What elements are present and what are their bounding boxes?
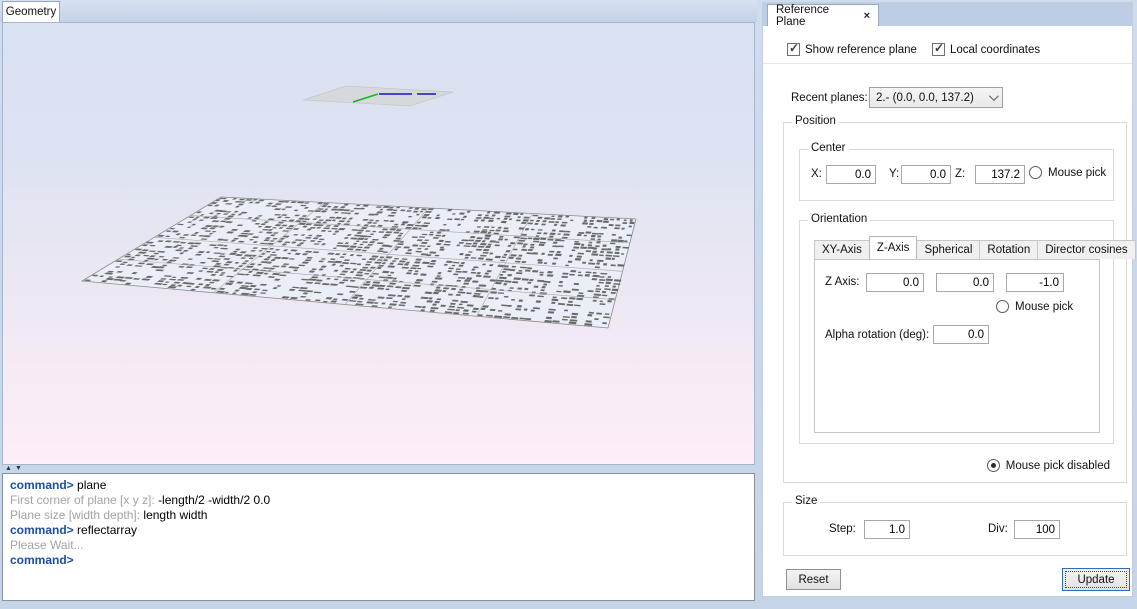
position-group-title: Position <box>792 115 839 127</box>
tab-reference-plane-label: Reference Plane <box>776 4 856 28</box>
local-coordinates-checkbox[interactable]: Local coordinates <box>932 43 1040 56</box>
command-console[interactable]: command> plane First corner of plane [x … <box>2 473 755 601</box>
local-coordinates-label: Local coordinates <box>950 44 1040 56</box>
y-field[interactable] <box>901 165 951 184</box>
mouse-pick-disabled-radio[interactable]: Mouse pick disabled <box>987 459 1110 472</box>
update-button-label: Update <box>1077 574 1114 586</box>
position-group: Position Center X: Y: Z: Mouse pick Orie… <box>783 122 1127 483</box>
tab-geometry[interactable]: Geometry <box>2 1 60 22</box>
orientation-group-title: Orientation <box>808 213 870 225</box>
splitter-up-icon[interactable]: ▲ <box>5 465 12 472</box>
show-reference-plane-checkbox[interactable]: Show reference plane <box>787 43 917 56</box>
orientation-tabstrip: XY-Axis Z-Axis Spherical Rotation Direct… <box>814 237 1136 259</box>
3d-viewport[interactable] <box>2 22 755 465</box>
console-line: Plane size [width depth]: length width <box>10 508 747 523</box>
recent-planes-label: Recent planes: <box>791 92 868 104</box>
tab-reference-plane[interactable]: Reference Plane × <box>767 4 879 26</box>
panel-tabstrip: Reference Plane × <box>763 3 1132 26</box>
z-axis-tab-panel: Z Axis: Mouse pick Alpha rotation (deg): <box>814 259 1100 433</box>
tab-rotation[interactable]: Rotation <box>979 240 1038 259</box>
z-axis-x-field[interactable] <box>866 273 924 292</box>
console-line: command> plane <box>10 478 747 493</box>
console-line: Please Wait... <box>10 538 747 553</box>
chevron-down-icon <box>989 91 999 101</box>
z-axis-mouse-pick-radio[interactable]: Mouse pick <box>996 300 1073 313</box>
tab-xy-axis[interactable]: XY-Axis <box>814 240 870 259</box>
console-line: First corner of plane [x y z]: -length/2… <box>10 493 747 508</box>
header-divider <box>763 63 1132 64</box>
z-field[interactable] <box>975 165 1025 184</box>
3d-scene <box>3 23 754 464</box>
orientation-group: Orientation XY-Axis Z-Axis Spherical Rot… <box>799 220 1114 444</box>
div-field[interactable] <box>1014 520 1060 539</box>
size-group: Size Step: Div: <box>783 502 1127 556</box>
console-splitter[interactable]: ▲ ▼ <box>2 464 755 473</box>
splitter-down-icon[interactable]: ▼ <box>15 465 22 472</box>
alpha-rotation-label: Alpha rotation (deg): <box>825 329 929 341</box>
y-label: Y: <box>889 168 899 180</box>
reset-button[interactable]: Reset <box>786 569 841 590</box>
reference-plane <box>303 86 453 106</box>
checkbox-checked-icon[interactable] <box>787 43 800 56</box>
recent-planes-dropdown[interactable]: 2.- (0.0, 0.0, 137.2) <box>869 87 1003 108</box>
x-label: X: <box>811 168 822 180</box>
step-label: Step: <box>829 523 856 535</box>
radio-selected-icon[interactable] <box>987 459 1000 472</box>
z-axis-mouse-pick-label: Mouse pick <box>1015 301 1073 313</box>
z-axis-y-field[interactable] <box>936 273 994 292</box>
center-mouse-pick-label: Mouse pick <box>1048 167 1106 179</box>
center-group: Center X: Y: Z: Mouse pick <box>799 149 1114 201</box>
tab-z-axis[interactable]: Z-Axis <box>869 236 918 259</box>
radio-unselected-icon[interactable] <box>1029 166 1042 179</box>
center-mouse-pick-radio[interactable]: Mouse pick <box>1029 166 1106 179</box>
step-field[interactable] <box>864 520 910 539</box>
recent-planes-value: 2.- (0.0, 0.0, 137.2) <box>876 92 974 104</box>
checkbox-checked-icon[interactable] <box>932 43 945 56</box>
reset-button-label: Reset <box>798 574 828 586</box>
div-label: Div: <box>988 523 1008 535</box>
tab-spherical[interactable]: Spherical <box>916 240 980 259</box>
left-tabstrip: Geometry <box>0 0 757 22</box>
checkbox-row: Show reference plane Local coordinates <box>763 43 1132 57</box>
console-line: command> reflectarray <box>10 523 747 538</box>
x-field[interactable] <box>826 165 876 184</box>
tab-geometry-label: Geometry <box>6 6 57 18</box>
mouse-pick-disabled-label: Mouse pick disabled <box>1006 460 1110 472</box>
center-group-title: Center <box>808 142 849 154</box>
alpha-rotation-field[interactable] <box>933 325 989 344</box>
console-line: command> <box>10 553 747 568</box>
radio-unselected-icon[interactable] <box>996 300 1009 313</box>
z-label: Z: <box>955 168 965 180</box>
update-button[interactable]: Update <box>1062 568 1130 591</box>
z-axis-label: Z Axis: <box>825 276 860 288</box>
close-icon[interactable]: × <box>864 10 870 22</box>
reference-plane-panel: Reference Plane × Show reference plane L… <box>762 2 1133 597</box>
size-group-title: Size <box>792 495 820 507</box>
tab-director-cosines[interactable]: Director cosines <box>1037 240 1135 259</box>
show-reference-plane-label: Show reference plane <box>805 44 917 56</box>
z-axis-z-field[interactable] <box>1006 273 1064 292</box>
